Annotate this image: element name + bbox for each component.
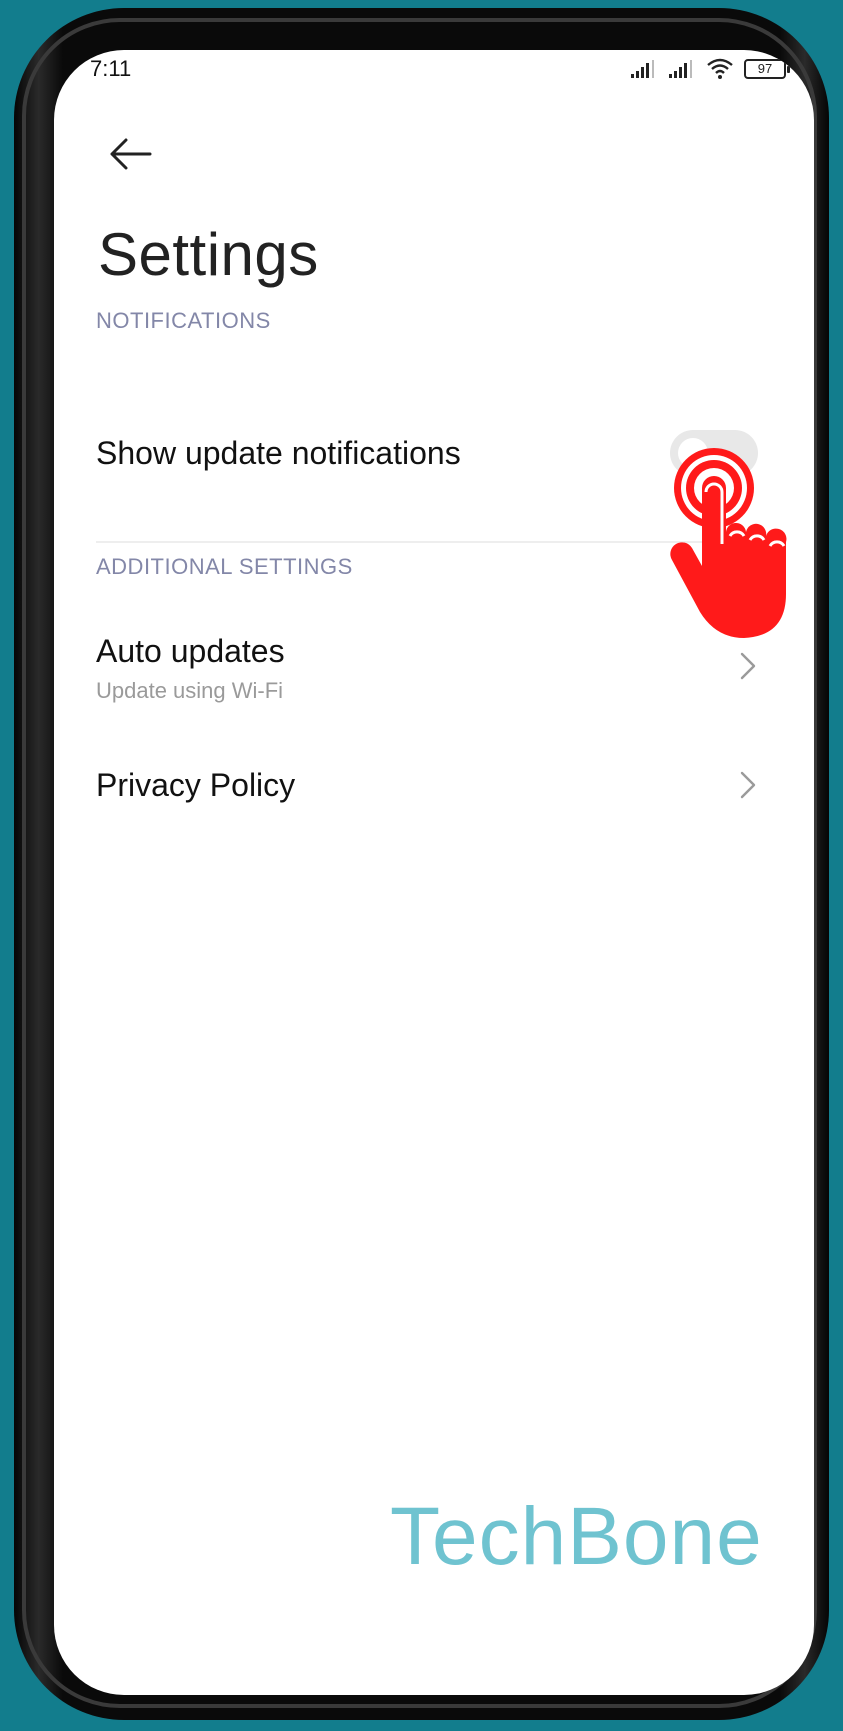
row-title: Show update notifications bbox=[96, 435, 461, 471]
chevron-right-icon bbox=[740, 771, 756, 799]
arrow-left-icon bbox=[110, 138, 152, 170]
phone-screen: 7:11 97 Settings NOTIFICATIONS Show upda… bbox=[54, 50, 814, 1695]
row-subtitle: Update using Wi-Fi bbox=[96, 678, 284, 703]
back-button[interactable] bbox=[102, 126, 158, 182]
section-header-notifications: NOTIFICATIONS bbox=[96, 308, 271, 333]
row-title: Auto updates bbox=[96, 633, 285, 669]
status-time: 7:11 bbox=[90, 56, 132, 81]
status-bar: 7:11 97 bbox=[54, 50, 814, 90]
row-title: Privacy Policy bbox=[96, 767, 296, 803]
signal-icon bbox=[631, 60, 654, 78]
chevron-right-icon bbox=[740, 652, 756, 680]
signal-icon-2 bbox=[669, 60, 692, 78]
status-icons: 97 bbox=[630, 58, 790, 80]
page-title: Settings bbox=[98, 221, 319, 288]
watermark-logo: TechBone bbox=[390, 1491, 763, 1582]
section-header-additional: ADDITIONAL SETTINGS bbox=[96, 554, 353, 579]
section-divider bbox=[96, 541, 756, 543]
wifi-icon bbox=[707, 58, 733, 79]
tap-hand-icon bbox=[670, 448, 787, 638]
row-privacy-policy[interactable]: Privacy Policy bbox=[54, 750, 814, 850]
battery-icon: 97 bbox=[744, 59, 790, 79]
